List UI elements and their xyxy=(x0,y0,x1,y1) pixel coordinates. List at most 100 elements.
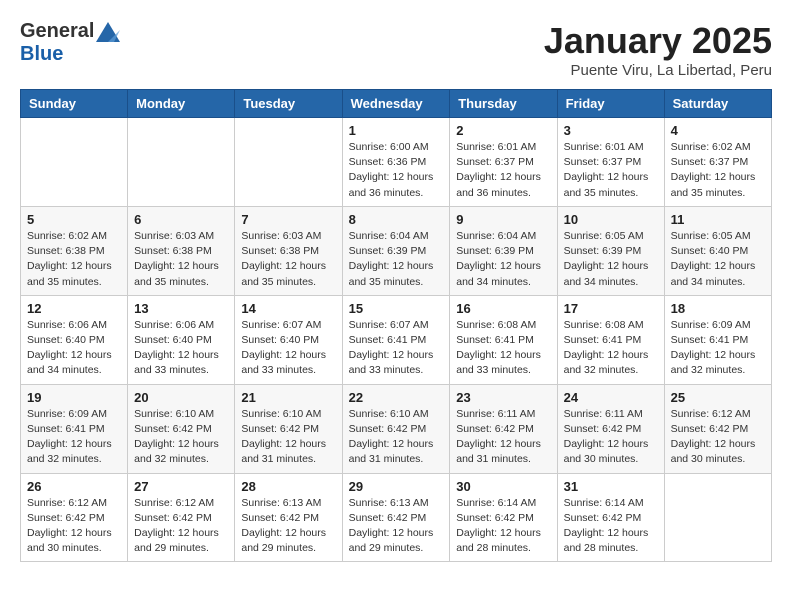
day-info: Sunrise: 6:11 AMSunset: 6:42 PMDaylight:… xyxy=(456,407,550,468)
month-title: January 2025 xyxy=(544,20,772,62)
day-number: 25 xyxy=(671,390,765,405)
day-number: 23 xyxy=(456,390,550,405)
calendar-cell: 20Sunrise: 6:10 AMSunset: 6:42 PMDayligh… xyxy=(128,384,235,473)
calendar-cell: 25 Sunrise: 6:12 AMSunset: 6:42 PMDayligh… xyxy=(664,384,771,473)
header-thursday: Thursday xyxy=(450,90,557,118)
day-info: Sunrise: 6:08 AMSunset: 6:41 PMDaylight:… xyxy=(564,318,658,379)
calendar-cell: 3 Sunrise: 6:01 AMSunset: 6:37 PMDaylight… xyxy=(557,118,664,207)
calendar-cell: 11 Sunrise: 6:05 AMSunset: 6:40 PMDayligh… xyxy=(664,206,771,295)
calendar-week-row: 12Sunrise: 6:06 AMSunset: 6:40 PMDayligh… xyxy=(21,295,772,384)
calendar-cell: 7Sunrise: 6:03 AMSunset: 6:38 PMDaylight… xyxy=(235,206,342,295)
day-info: Sunrise: 6:06 AMSunset: 6:40 PMDaylight:… xyxy=(27,318,121,379)
day-number: 22 xyxy=(349,390,444,405)
day-info: Sunrise: 6:04 AMSunset: 6:39 PMDaylight:… xyxy=(456,229,550,290)
calendar-cell xyxy=(21,118,128,207)
calendar-cell: 2 Sunrise: 6:01 AMSunset: 6:37 PMDaylight… xyxy=(450,118,557,207)
day-number: 26 xyxy=(27,479,121,494)
day-info: Sunrise: 6:05 AMSunset: 6:40 PMDaylight:… xyxy=(671,229,765,290)
day-info: Sunrise: 6:02 AMSunset: 6:37 PMDaylight:… xyxy=(671,140,765,201)
day-number: 30 xyxy=(456,479,550,494)
day-info: Sunrise: 6:07 AMSunset: 6:40 PMDaylight:… xyxy=(241,318,335,379)
day-info: Sunrise: 6:03 AMSunset: 6:38 PMDaylight:… xyxy=(241,229,335,290)
logo-blue: Blue xyxy=(20,43,63,66)
day-number: 21 xyxy=(241,390,335,405)
day-number: 20 xyxy=(134,390,228,405)
calendar-cell: 12Sunrise: 6:06 AMSunset: 6:40 PMDayligh… xyxy=(21,295,128,384)
day-info: Sunrise: 6:03 AMSunset: 6:38 PMDaylight:… xyxy=(134,229,228,290)
day-info: Sunrise: 6:01 AMSunset: 6:37 PMDaylight:… xyxy=(456,140,550,201)
day-info: Sunrise: 6:09 AMSunset: 6:41 PMDaylight:… xyxy=(27,407,121,468)
calendar-cell xyxy=(664,473,771,562)
header-saturday: Saturday xyxy=(664,90,771,118)
calendar-cell: 15Sunrise: 6:07 AMSunset: 6:41 PMDayligh… xyxy=(342,295,450,384)
day-info: Sunrise: 6:02 AMSunset: 6:38 PMDaylight:… xyxy=(27,229,121,290)
day-info: Sunrise: 6:12 AMSunset: 6:42 PMDaylight:… xyxy=(671,407,765,468)
calendar-cell: 28 Sunrise: 6:13 AMSunset: 6:42 PMDayligh… xyxy=(235,473,342,562)
calendar-cell: 13 Sunrise: 6:06 AMSunset: 6:40 PMDayligh… xyxy=(128,295,235,384)
day-number: 16 xyxy=(456,301,550,316)
day-number: 2 xyxy=(456,123,550,138)
calendar-cell xyxy=(128,118,235,207)
day-number: 11 xyxy=(671,212,765,227)
day-number: 29 xyxy=(349,479,444,494)
day-number: 27 xyxy=(134,479,228,494)
calendar-cell: 6 Sunrise: 6:03 AMSunset: 6:38 PMDaylight… xyxy=(128,206,235,295)
day-number: 3 xyxy=(564,123,658,138)
calendar-cell: 1Sunrise: 6:00 AMSunset: 6:36 PMDaylight… xyxy=(342,118,450,207)
calendar-cell: 24 Sunrise: 6:11 AMSunset: 6:42 PMDayligh… xyxy=(557,384,664,473)
day-info: Sunrise: 6:14 AMSunset: 6:42 PMDaylight:… xyxy=(456,496,550,557)
day-info: Sunrise: 6:09 AMSunset: 6:41 PMDaylight:… xyxy=(671,318,765,379)
weekday-header-row: Sunday Monday Tuesday Wednesday Thursday… xyxy=(21,90,772,118)
calendar-cell: 23 Sunrise: 6:11 AMSunset: 6:42 PMDayligh… xyxy=(450,384,557,473)
calendar-cell: 29 Sunrise: 6:13 AMSunset: 6:42 PMDayligh… xyxy=(342,473,450,562)
day-number: 19 xyxy=(27,390,121,405)
calendar-cell: 17 Sunrise: 6:08 AMSunset: 6:41 PMDayligh… xyxy=(557,295,664,384)
day-info: Sunrise: 6:01 AMSunset: 6:37 PMDaylight:… xyxy=(564,140,658,201)
day-info: Sunrise: 6:00 AMSunset: 6:36 PMDaylight:… xyxy=(349,140,444,201)
day-number: 8 xyxy=(349,212,444,227)
calendar-cell xyxy=(235,118,342,207)
day-number: 14 xyxy=(241,301,335,316)
day-info: Sunrise: 6:14 AMSunset: 6:42 PMDaylight:… xyxy=(564,496,658,557)
day-info: Sunrise: 6:12 AMSunset: 6:42 PMDaylight:… xyxy=(134,496,228,557)
calendar-cell: 27 Sunrise: 6:12 AMSunset: 6:42 PMDayligh… xyxy=(128,473,235,562)
day-number: 31 xyxy=(564,479,658,494)
calendar-table: Sunday Monday Tuesday Wednesday Thursday… xyxy=(20,89,772,562)
day-number: 18 xyxy=(671,301,765,316)
calendar-cell: 8 Sunrise: 6:04 AMSunset: 6:39 PMDaylight… xyxy=(342,206,450,295)
day-info: Sunrise: 6:13 AMSunset: 6:42 PMDaylight:… xyxy=(241,496,335,557)
calendar-cell: 4Sunrise: 6:02 AMSunset: 6:37 PMDaylight… xyxy=(664,118,771,207)
calendar-cell: 22Sunrise: 6:10 AMSunset: 6:42 PMDayligh… xyxy=(342,384,450,473)
day-number: 28 xyxy=(241,479,335,494)
logo-general: General xyxy=(20,20,94,43)
header-friday: Friday xyxy=(557,90,664,118)
day-number: 24 xyxy=(564,390,658,405)
logo: General Blue xyxy=(20,20,120,66)
day-number: 10 xyxy=(564,212,658,227)
calendar-cell: 21 Sunrise: 6:10 AMSunset: 6:42 PMDayligh… xyxy=(235,384,342,473)
calendar-cell: 19 Sunrise: 6:09 AMSunset: 6:41 PMDayligh… xyxy=(21,384,128,473)
calendar-cell: 26 Sunrise: 6:12 AMSunset: 6:42 PMDayligh… xyxy=(21,473,128,562)
day-info: Sunrise: 6:11 AMSunset: 6:42 PMDaylight:… xyxy=(564,407,658,468)
day-number: 17 xyxy=(564,301,658,316)
calendar-cell: 31 Sunrise: 6:14 AMSunset: 6:42 PMDayligh… xyxy=(557,473,664,562)
day-number: 13 xyxy=(134,301,228,316)
header-monday: Monday xyxy=(128,90,235,118)
day-number: 6 xyxy=(134,212,228,227)
calendar-cell: 30 Sunrise: 6:14 AMSunset: 6:42 PMDayligh… xyxy=(450,473,557,562)
day-info: Sunrise: 6:12 AMSunset: 6:42 PMDaylight:… xyxy=(27,496,121,557)
day-info: Sunrise: 6:13 AMSunset: 6:42 PMDaylight:… xyxy=(349,496,444,557)
header-sunday: Sunday xyxy=(21,90,128,118)
header-wednesday: Wednesday xyxy=(342,90,450,118)
calendar-cell: 10Sunrise: 6:05 AMSunset: 6:39 PMDayligh… xyxy=(557,206,664,295)
calendar-cell: 16 Sunrise: 6:08 AMSunset: 6:41 PMDayligh… xyxy=(450,295,557,384)
day-info: Sunrise: 6:04 AMSunset: 6:39 PMDaylight:… xyxy=(349,229,444,290)
calendar-cell: 18 Sunrise: 6:09 AMSunset: 6:41 PMDayligh… xyxy=(664,295,771,384)
day-number: 9 xyxy=(456,212,550,227)
calendar-week-row: 1Sunrise: 6:00 AMSunset: 6:36 PMDaylight… xyxy=(21,118,772,207)
location-subtitle: Puente Viru, La Libertad, Peru xyxy=(544,62,772,79)
day-info: Sunrise: 6:10 AMSunset: 6:42 PMDaylight:… xyxy=(241,407,335,468)
day-number: 5 xyxy=(27,212,121,227)
day-info: Sunrise: 6:06 AMSunset: 6:40 PMDaylight:… xyxy=(134,318,228,379)
day-info: Sunrise: 6:08 AMSunset: 6:41 PMDaylight:… xyxy=(456,318,550,379)
